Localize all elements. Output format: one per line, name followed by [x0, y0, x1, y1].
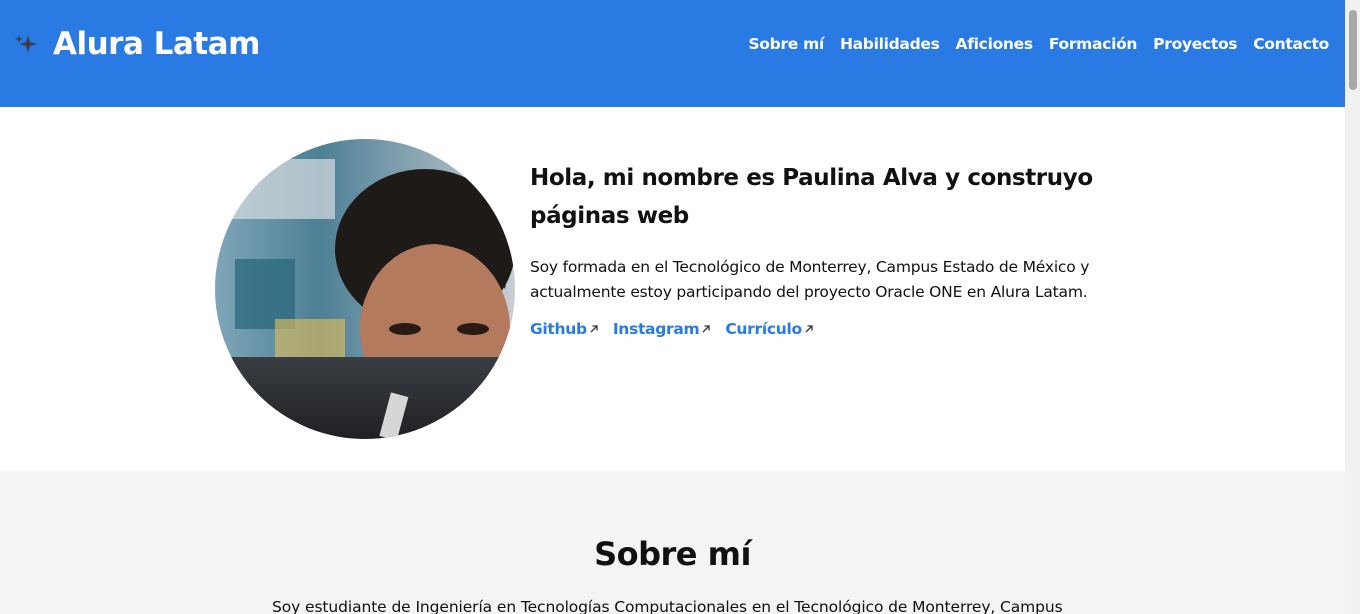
- instagram-link-label: Instagram: [612, 320, 700, 338]
- external-link-icon: [702, 325, 711, 333]
- brand[interactable]: Alura Latam: [14, 24, 260, 64]
- profile-photo-image: [215, 139, 515, 439]
- external-link-icon: [805, 325, 813, 333]
- brand-title: Alura Latam: [53, 26, 260, 62]
- profile-photo: [215, 139, 515, 439]
- main-nav: Sobre mí Habilidades Aficiones Formación…: [732, 33, 1329, 55]
- curriculo-link[interactable]: Currículo: [725, 320, 814, 338]
- hero-text: Hola, mi nombre es Paulina Alva y constr…: [530, 159, 1140, 338]
- social-links: Github Instagram Currículo: [530, 320, 1140, 338]
- nav-item-proyectos[interactable]: Proyectos: [1153, 33, 1237, 55]
- nav-item-habilidades[interactable]: Habilidades: [840, 33, 940, 55]
- github-link[interactable]: Github: [530, 320, 599, 338]
- instagram-link[interactable]: Instagram: [613, 320, 712, 338]
- nav-item-formacion[interactable]: Formación: [1049, 33, 1138, 55]
- nav-item-contacto[interactable]: Contacto: [1253, 33, 1329, 55]
- about-section: Sobre mí Soy estudiante de Ingeniería en…: [0, 471, 1345, 614]
- hero-title: Hola, mi nombre es Paulina Alva y constr…: [530, 165, 1093, 229]
- nav-item-aficiones[interactable]: Aficiones: [956, 33, 1034, 55]
- about-title: Sobre mí: [594, 535, 751, 573]
- scrollbar[interactable]: [1345, 0, 1360, 614]
- scrollbar-thumb[interactable]: [1349, 10, 1357, 90]
- github-link-label: Github: [530, 320, 587, 338]
- site-header: Alura Latam Sobre mí Habilidades Aficion…: [0, 0, 1345, 107]
- nav-item-sobre-mi[interactable]: Sobre mí: [748, 33, 824, 55]
- about-text: Soy estudiante de Ingeniería en Tecnolog…: [272, 598, 1063, 614]
- hero-section: Hola, mi nombre es Paulina Alva y constr…: [0, 107, 1345, 471]
- sparkle-icon: [15, 35, 37, 53]
- curriculo-link-label: Currículo: [725, 320, 802, 338]
- hero-description: Soy formada en el Tecnológico de Monterr…: [530, 258, 1090, 301]
- external-link-icon: [590, 325, 598, 333]
